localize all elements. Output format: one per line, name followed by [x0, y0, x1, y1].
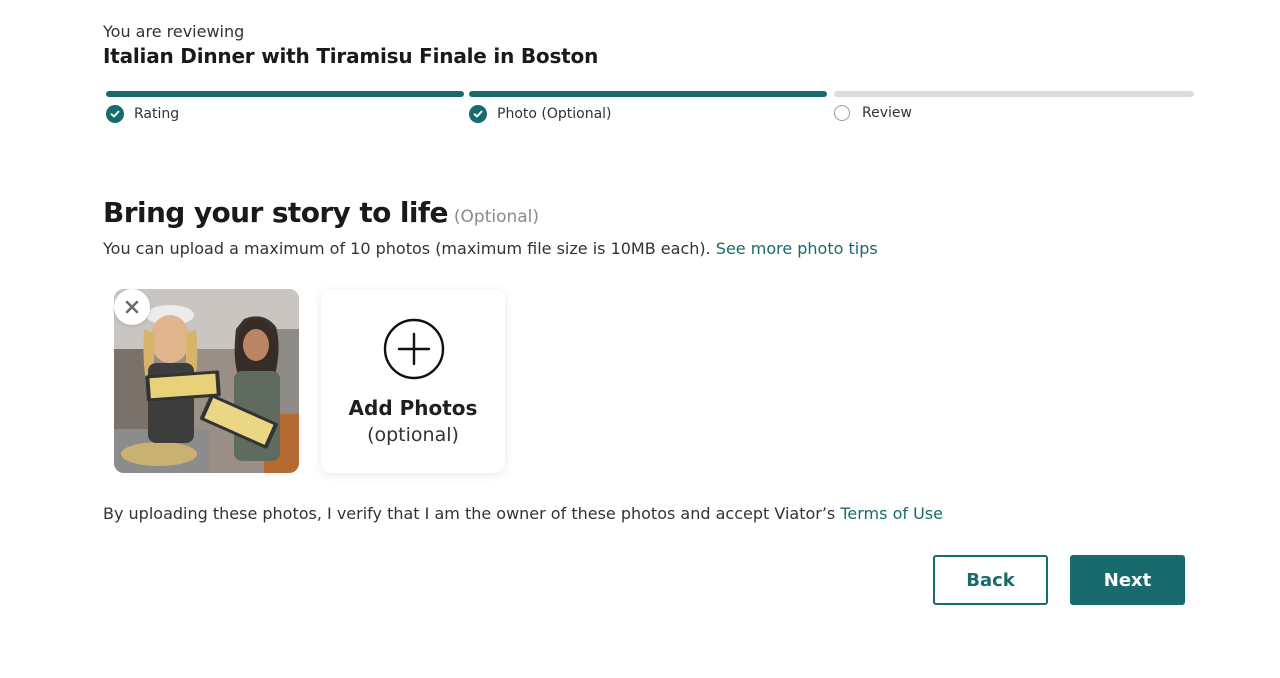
step-rating-bar [106, 91, 464, 97]
add-photos-title: Add Photos [348, 396, 478, 420]
next-button[interactable]: Next [1070, 555, 1185, 605]
step-review-bar [834, 91, 1194, 97]
check-circle-icon [106, 105, 124, 123]
close-icon [125, 300, 139, 314]
upload-limits-text: You can upload a maximum of 10 photos (m… [103, 239, 711, 258]
product-title: Italian Dinner with Tiramisu Finale in B… [103, 44, 599, 68]
photo-tips-link[interactable]: See more photo tips [716, 239, 878, 258]
add-photos-card[interactable]: Add Photos (optional) [321, 289, 505, 473]
remove-photo-button[interactable] [114, 289, 150, 325]
plus-circle-icon [383, 318, 445, 380]
step-photo: Photo (Optional) [469, 91, 827, 123]
section-heading: Bring your story to life (Optional) [103, 196, 539, 229]
step-photo-bar [469, 91, 827, 97]
step-review: Review [834, 91, 1194, 121]
upload-info: You can upload a maximum of 10 photos (m… [103, 239, 878, 258]
consent-text: By uploading these photos, I verify that… [103, 504, 943, 523]
step-rating-label: Rating [134, 106, 180, 122]
consent-statement: By uploading these photos, I verify that… [103, 504, 836, 523]
terms-of-use-link[interactable]: Terms of Use [840, 504, 943, 523]
optional-tag: (Optional) [453, 207, 540, 227]
section-title: Bring your story to life [103, 196, 448, 229]
reviewing-label: You are reviewing [103, 22, 245, 41]
step-rating: Rating [106, 91, 464, 123]
add-photos-subtitle: (optional) [367, 424, 459, 446]
step-review-label: Review [862, 105, 912, 121]
check-circle-icon [469, 105, 487, 123]
empty-circle-icon [834, 105, 850, 121]
step-photo-label: Photo (Optional) [497, 106, 612, 122]
back-button[interactable]: Back [933, 555, 1048, 605]
